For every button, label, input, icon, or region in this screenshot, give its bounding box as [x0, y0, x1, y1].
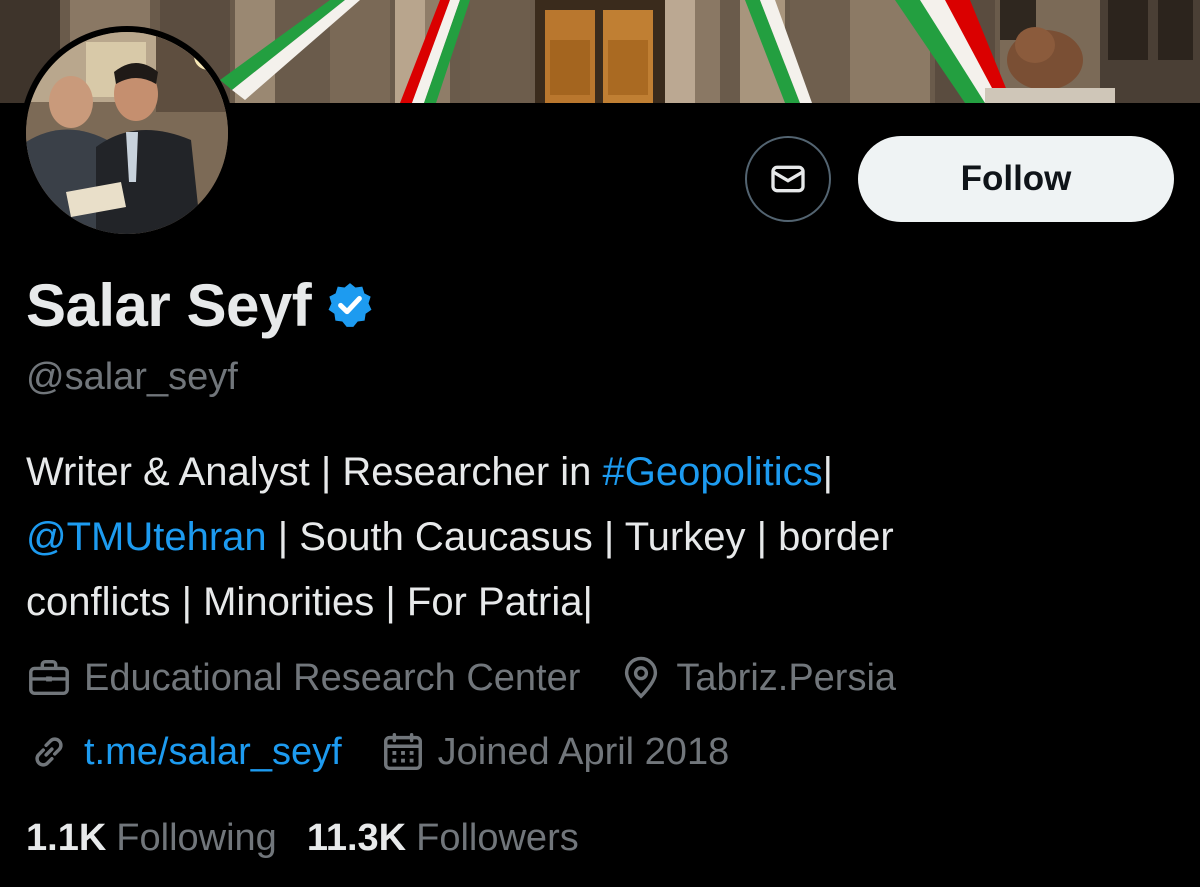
bio-text: conflicts | Minorities | For Patria|: [26, 580, 593, 624]
avatar-photo: [26, 32, 228, 234]
join-date-text: Joined April 2018: [437, 730, 730, 773]
bio-line-1: Writer & Analyst | Researcher in #Geopol…: [26, 440, 1176, 505]
following-label: Following: [116, 816, 277, 859]
briefcase-icon: [29, 659, 69, 696]
profile-name-row: Salar Seyf: [26, 270, 375, 340]
website[interactable]: t.me/salar_seyf: [26, 729, 342, 775]
website-link[interactable]: t.me/salar_seyf: [84, 731, 342, 774]
profile-handle: @salar_seyf: [26, 356, 238, 398]
mention-link[interactable]: @TMUtehran: [26, 515, 267, 559]
join-date: Joined April 2018: [380, 729, 730, 775]
profile-bio: Writer & Analyst | Researcher in #Geopol…: [26, 440, 1176, 635]
location-text: Tabriz.Persia: [676, 656, 897, 699]
profile-stats: 1.1K Following 11.3K Followers: [26, 812, 579, 864]
message-button[interactable]: [745, 136, 831, 222]
bio-text: |: [822, 450, 834, 494]
follow-button[interactable]: Follow: [858, 136, 1174, 222]
following-count: 1.1K: [26, 816, 107, 859]
profile-meta-row: Educational Research Center Tabriz.Persi…: [26, 653, 896, 703]
following-stat[interactable]: 1.1K Following: [26, 817, 277, 860]
follow-button-label: Follow: [960, 159, 1072, 198]
followers-count: 11.3K: [306, 816, 407, 859]
bio-line-3: conflicts | Minorities | For Patria|: [26, 570, 1176, 635]
professional-category-text: Educational Research Center: [84, 656, 581, 699]
hashtag-link[interactable]: #Geopolitics: [603, 450, 823, 494]
followers-label: Followers: [416, 816, 579, 859]
display-name: Salar Seyf: [26, 271, 312, 339]
bio-text: Writer & Analyst | Researcher in: [26, 450, 603, 494]
followers-stat[interactable]: 11.3K Followers: [307, 817, 579, 860]
verified-badge-icon[interactable]: [325, 280, 375, 330]
envelope-icon: [771, 165, 805, 193]
link-icon: [35, 737, 63, 767]
location-pin-icon: [625, 656, 658, 699]
bio-line-2: @TMUtehran | South Caucasus | Turkey | b…: [26, 505, 1176, 570]
professional-category: Educational Research Center: [26, 655, 580, 701]
profile-meta-row: t.me/salar_seyf Joined April 2018: [26, 727, 729, 777]
bio-text: | South Caucasus | Turkey | border: [266, 515, 894, 559]
calendar-icon: [383, 733, 422, 771]
profile-avatar[interactable]: [20, 26, 234, 240]
location: Tabriz.Persia: [618, 655, 896, 701]
